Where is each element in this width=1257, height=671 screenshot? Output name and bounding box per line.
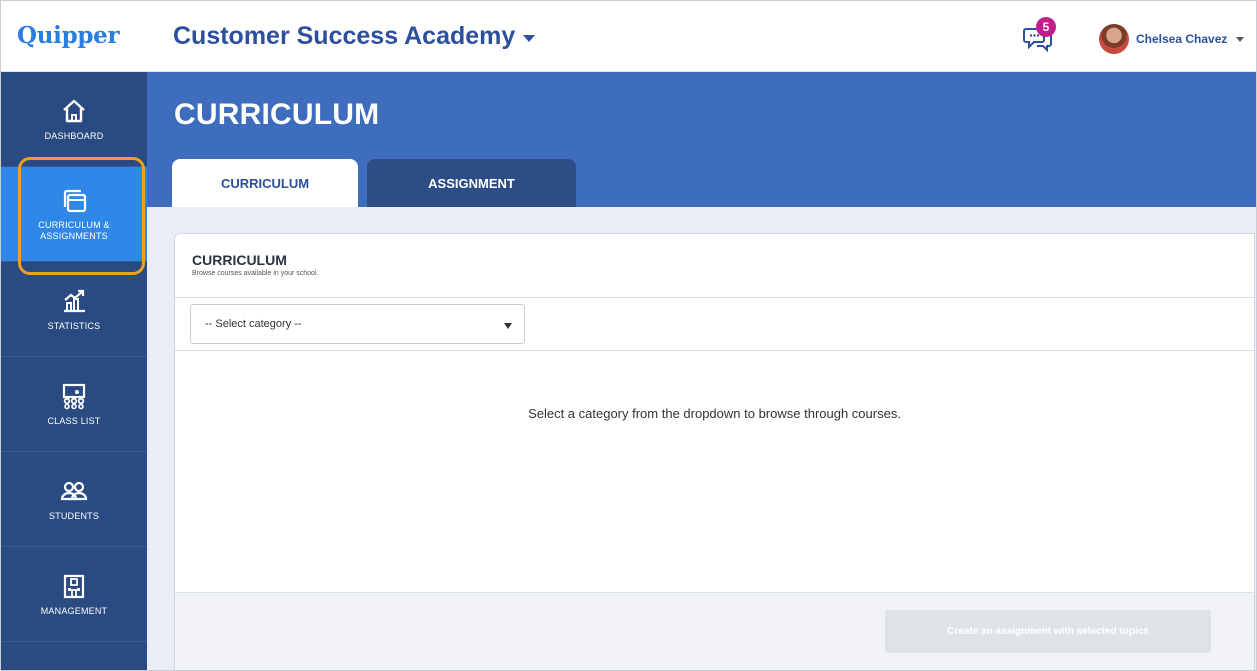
statistics-icon bbox=[64, 289, 85, 312]
home-icon bbox=[63, 99, 85, 122]
sidebar-item-dashboard[interactable]: DASHBOARD bbox=[1, 72, 147, 167]
sidebar-item-students[interactable]: STUDENTS bbox=[1, 452, 147, 547]
sidebar-item-label: CURRICULUM & ASSIGNMENTS bbox=[38, 220, 110, 241]
management-icon bbox=[63, 574, 85, 598]
sidebar-item-label: STATISTICS bbox=[47, 320, 101, 331]
sidebar-item-management[interactable]: MANAGEMENT bbox=[1, 547, 147, 642]
class-list-icon bbox=[62, 383, 86, 409]
page-header: CURRICULUM CURRICULUM ASSIGNMENT bbox=[147, 72, 1256, 207]
notification-badge: 5 bbox=[1036, 17, 1056, 37]
sidebar-item-label: MANAGEMENT bbox=[40, 605, 108, 616]
tab-assignment[interactable]: ASSIGNMENT bbox=[367, 159, 576, 207]
avatar bbox=[1099, 24, 1129, 54]
category-select[interactable]: -- Select category -- bbox=[190, 304, 525, 344]
tab-curriculum[interactable]: CURRICULUM bbox=[172, 159, 358, 207]
chevron-down-icon bbox=[1236, 36, 1245, 42]
create-assignment-button[interactable]: Create an assignment with selected topic… bbox=[885, 610, 1211, 653]
school-name: Customer Success Academy bbox=[173, 22, 516, 50]
category-select-value: -- Select category -- bbox=[205, 318, 302, 330]
school-selector[interactable]: Customer Success Academy bbox=[173, 22, 536, 51]
card-title: CURRICULUM bbox=[192, 252, 287, 268]
dropdown-arrow-icon bbox=[504, 323, 512, 329]
students-icon bbox=[60, 481, 88, 500]
card-subtitle: Browse courses available in your school. bbox=[192, 270, 319, 277]
app-window: Quipper Customer Success Academy 5 Chels… bbox=[0, 0, 1257, 671]
top-bar: Quipper Customer Success Academy 5 Chels… bbox=[1, 1, 1256, 72]
sidebar: DASHBOARD CURRICULUM & ASSIGNMENTS STATI… bbox=[1, 72, 147, 670]
sidebar-item-label: STUDENTS bbox=[48, 510, 100, 521]
main-content: CURRICULUM Browse courses available in y… bbox=[147, 207, 1256, 670]
page-title: CURRICULUM bbox=[174, 98, 380, 131]
curriculum-card: CURRICULUM Browse courses available in y… bbox=[174, 233, 1255, 670]
card-footer: Create an assignment with selected topic… bbox=[175, 592, 1254, 670]
sidebar-item-curriculum-assignments[interactable]: CURRICULUM & ASSIGNMENTS bbox=[1, 167, 147, 262]
sidebar-item-class-list[interactable]: CLASS LIST bbox=[1, 357, 147, 452]
filter-row: -- Select category -- bbox=[175, 298, 1254, 351]
sidebar-item-statistics[interactable]: STATISTICS bbox=[1, 262, 147, 357]
curriculum-icon bbox=[63, 189, 87, 213]
sidebar-item-label: CLASS LIST bbox=[47, 415, 101, 426]
card-header: CURRICULUM Browse courses available in y… bbox=[175, 234, 1254, 298]
messages-button[interactable]: 5 bbox=[1023, 17, 1057, 55]
user-menu[interactable]: Chelsea Chavez bbox=[1099, 24, 1245, 54]
sidebar-item-label: DASHBOARD bbox=[44, 130, 104, 141]
chevron-down-icon bbox=[523, 35, 536, 42]
user-name: Chelsea Chavez bbox=[1136, 32, 1228, 46]
empty-state-message: Select a category from the dropdown to b… bbox=[528, 406, 901, 421]
quipper-logo[interactable]: Quipper bbox=[17, 22, 120, 49]
